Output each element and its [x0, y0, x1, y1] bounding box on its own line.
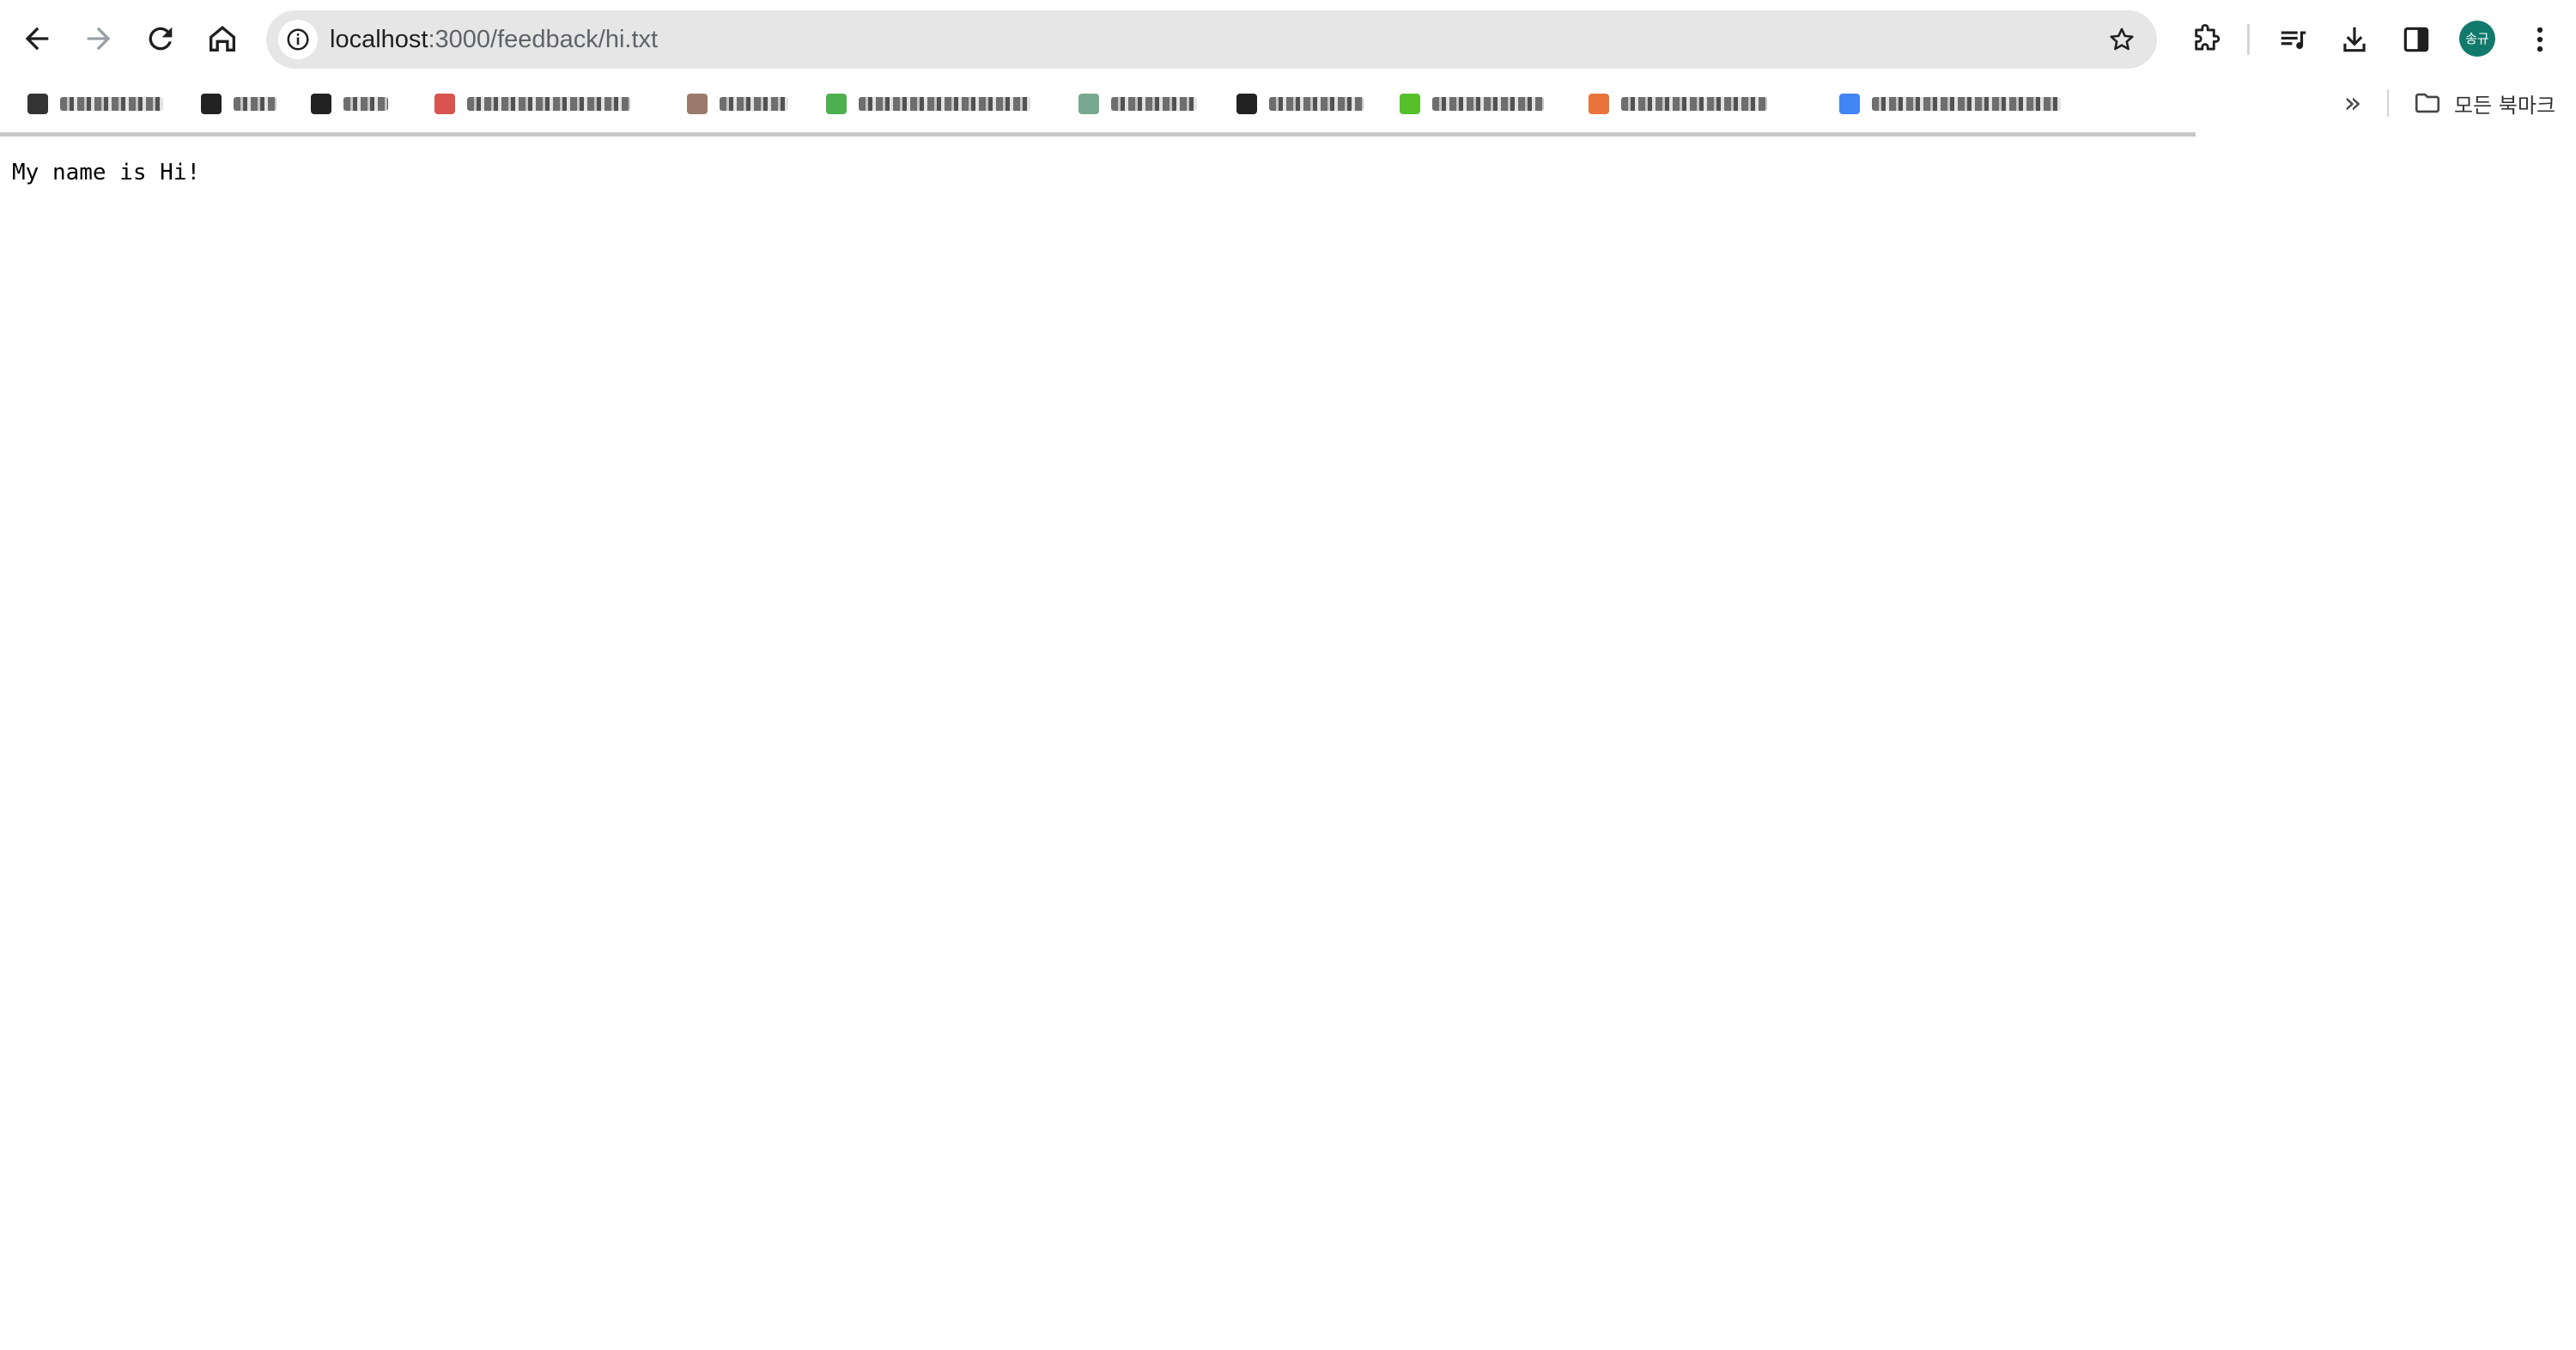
- profile-avatar[interactable]: 송규: [2459, 21, 2495, 57]
- bookmark-favicon-icon: [1078, 94, 1099, 114]
- site-info-button[interactable]: [278, 20, 318, 59]
- bookmark-favicon-icon: [826, 94, 847, 114]
- reload-icon: [149, 27, 173, 51]
- bookmark-label-blurred: [859, 97, 1030, 111]
- home-button[interactable]: [197, 14, 247, 64]
- bookmark-item[interactable]: [1400, 86, 1544, 122]
- bookmark-favicon-icon: [27, 94, 48, 114]
- bookmark-item[interactable]: [1839, 86, 2061, 122]
- bookmark-label-blurred: [720, 97, 788, 111]
- bookmark-label-blurred: [234, 97, 276, 111]
- extensions-button[interactable]: [2183, 17, 2227, 62]
- bookmark-item[interactable]: [27, 86, 163, 122]
- more-vertical-icon: [2537, 27, 2543, 52]
- downloads-button[interactable]: [2332, 17, 2377, 62]
- bookmark-favicon-icon: [434, 94, 455, 114]
- bookmark-label-blurred: [1432, 97, 1544, 111]
- media-controls-button[interactable]: [2271, 17, 2316, 62]
- bookmark-label-blurred: [467, 97, 630, 111]
- download-icon: [2343, 27, 2366, 52]
- page-content: My name is Hi!: [0, 137, 2576, 1350]
- forward-button[interactable]: [74, 14, 124, 64]
- back-button[interactable]: [12, 14, 62, 64]
- url-text[interactable]: localhost:3000/feedback/hi.txt: [330, 10, 658, 69]
- side-panel-button[interactable]: [2394, 17, 2439, 62]
- bookmark-favicon-icon: [311, 94, 331, 114]
- bookmark-favicon-icon: [1400, 94, 1420, 114]
- arrow-left-icon: [25, 27, 49, 51]
- bookmark-item[interactable]: [434, 86, 630, 122]
- bookmark-favicon-icon: [1236, 94, 1257, 114]
- text-file-content: My name is Hi!: [12, 160, 201, 185]
- all-bookmarks-button[interactable]: 모든 북마크: [2413, 84, 2555, 122]
- bookmark-label-blurred: [1269, 97, 1364, 111]
- star-icon: [2110, 27, 2134, 51]
- bookmark-label-blurred: [1872, 97, 2061, 111]
- url-host: localhost: [330, 26, 428, 53]
- bookmark-label-blurred: [1621, 97, 1767, 111]
- puzzle-icon: [2195, 24, 2221, 51]
- bookmark-favicon-icon: [201, 94, 222, 114]
- bookmark-item[interactable]: [1589, 86, 1767, 122]
- bookmark-item[interactable]: [826, 86, 1030, 122]
- bookmark-item[interactable]: [311, 86, 388, 122]
- bookmarks-divider: [2387, 89, 2389, 117]
- home-icon: [210, 26, 235, 52]
- toolbar-divider: [2247, 24, 2250, 55]
- bookmark-item[interactable]: [1078, 86, 1197, 122]
- bookmark-label-blurred: [343, 97, 388, 111]
- info-icon: [287, 28, 309, 51]
- reload-button[interactable]: [136, 14, 185, 64]
- bookmarks-bar: [0, 77, 2576, 132]
- all-bookmarks-label: 모든 북마크: [2454, 93, 2556, 118]
- bookmark-favicon-icon: [1839, 94, 1860, 114]
- chevron-double-right-icon: »: [2343, 86, 2362, 120]
- bookmark-favicon-icon: [1589, 94, 1609, 114]
- bookmark-favicon-icon: [687, 94, 708, 114]
- page-load-progress-bar: [0, 132, 2196, 137]
- folder-icon: [2415, 93, 2440, 113]
- arrow-right-icon: [87, 27, 111, 51]
- playlist-music-icon: [2281, 31, 2306, 50]
- more-bookmarks-button[interactable]: »: [2331, 84, 2374, 122]
- side-panel-icon: [2403, 27, 2429, 52]
- url-path: :3000/feedback/hi.txt: [428, 26, 659, 53]
- browser-toolbar: localhost:3000/feedback/hi.txt 송규: [0, 0, 2576, 77]
- bookmark-star-button[interactable]: [2102, 20, 2142, 59]
- bookmark-item[interactable]: [1236, 86, 1364, 122]
- bookmark-label-blurred: [1111, 97, 1197, 111]
- bookmark-item[interactable]: [201, 86, 276, 122]
- bookmark-item[interactable]: [687, 86, 788, 122]
- menu-button[interactable]: [2518, 17, 2562, 62]
- bookmark-label-blurred: [60, 97, 163, 111]
- address-bar[interactable]: localhost:3000/feedback/hi.txt: [266, 10, 2157, 69]
